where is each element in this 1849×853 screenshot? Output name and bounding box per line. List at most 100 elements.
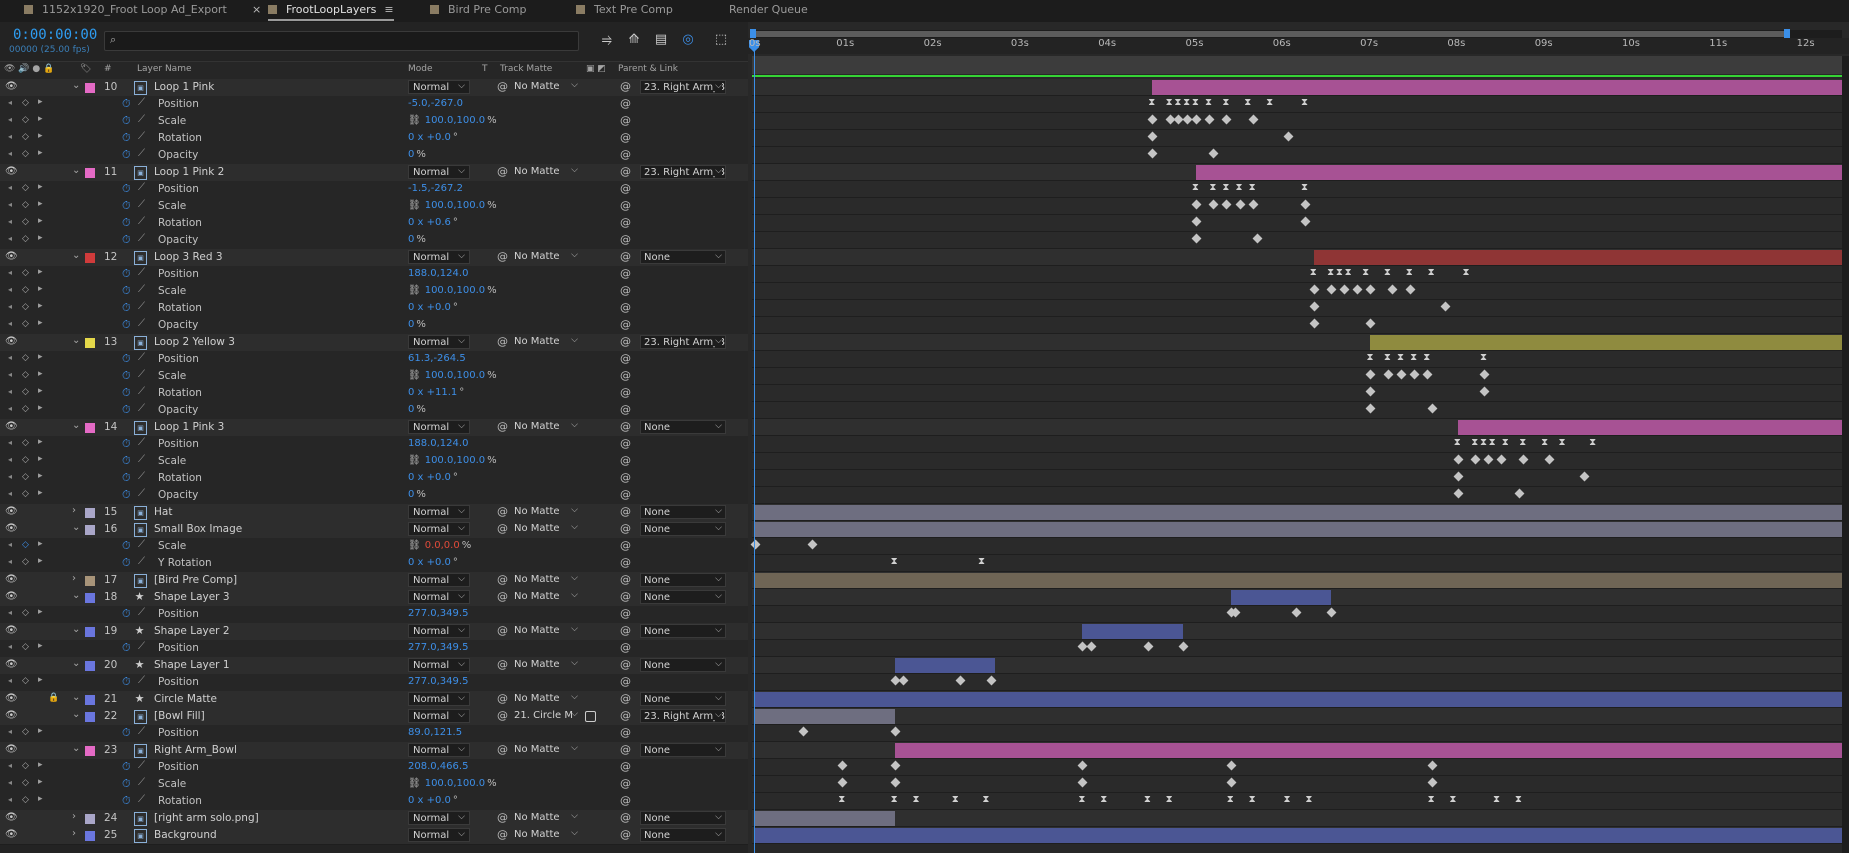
property-value-text[interactable]: 188.0,124.0 [408,268,468,279]
property-track[interactable] [752,725,1842,742]
keyframe-nav-prev-icon[interactable]: ◂ [8,727,12,736]
property-row[interactable]: ◂ ◇ ▸ ⏱ ⟋ Scale ⛓ 100.0,100.0% @ [0,283,748,301]
stopwatch-icon[interactable]: ⏱ [122,760,131,774]
property-track[interactable] [752,283,1842,300]
property-track[interactable] [752,640,1842,657]
preserve-transparency-icon[interactable]: @ [497,743,508,756]
keyframe[interactable] [1496,454,1507,465]
keyframe-nav-next-icon[interactable]: ▸ [38,318,43,328]
property-row[interactable]: ◂ ◇ ▸ ⏱ ⟋ Position 277.0,349.5 @ [0,606,748,624]
keyframe-nav-prev-icon[interactable]: ◂ [8,302,12,311]
constrain-proportions-icon[interactable]: ⛓ [408,455,421,466]
property-track[interactable] [752,215,1842,232]
mode-dropdown[interactable]: Normal [408,164,470,179]
keyframe[interactable] [1427,403,1438,414]
property-row[interactable]: ◂ ◇ ▸ ⏱ ⟋ Rotation 0 x +0.0 ° @ [0,793,748,811]
preserve-transparency-icon[interactable]: @ [497,709,508,722]
track-matte-dropdown[interactable]: No Matte [514,588,580,604]
property-track[interactable] [752,147,1842,164]
hold-keyframe[interactable]: ⧗ [1310,268,1318,278]
keyframe[interactable] [1077,760,1088,771]
track-matte-dropdown[interactable]: 21. Circle M [514,707,580,723]
keyframe-nav-prev-icon[interactable]: ◂ [8,404,12,413]
expression-pick-whip-icon[interactable]: @ [620,437,631,450]
keyframe[interactable] [1422,369,1433,380]
property-value-text[interactable]: 0 [408,149,414,160]
layer-name[interactable]: Loop 1 Pink 3 [154,421,224,433]
keyframe[interactable] [890,777,901,788]
layer-duration-bar[interactable] [1313,250,1847,265]
property-row[interactable]: ◂ ◇ ▸ ⏱ ⟋ Y Rotation 0 x +0.0 ° @ [0,555,748,573]
keyframe[interactable] [1221,199,1232,210]
property-row[interactable]: ◂ ◇ ▸ ⏱ ⟋ Scale ⛓ 100.0,100.0% @ [0,453,748,471]
track-matte-dropdown[interactable]: No Matte [514,520,580,536]
keyframe-nav-prev-icon[interactable]: ◂ [8,149,12,158]
keyframe-nav-next-icon[interactable]: ▸ [38,369,43,379]
label-color-swatch[interactable] [85,831,95,841]
preserve-transparency-icon[interactable]: @ [497,692,508,705]
layer-name[interactable]: Loop 3 Red 3 [154,251,223,263]
keyframe[interactable] [1147,148,1158,159]
property-value-text[interactable]: 100.0,100.0 [425,370,485,381]
add-keyframe-icon[interactable]: ◇ [22,438,29,448]
property-row[interactable]: ◂ ◇ ▸ ⏱ ⟋ Rotation 0 x +0.6 ° @ [0,215,748,233]
property-value[interactable]: 0 x +0.0 ° [408,557,458,568]
hold-keyframe[interactable]: ⧗ [1192,183,1200,193]
layer-name[interactable]: [Bowl Fill] [154,710,205,722]
parent-dropdown[interactable]: None [640,692,726,706]
layer-name[interactable]: Circle Matte [154,693,217,705]
property-row[interactable]: ◂ ◇ ▸ ⏱ ⟋ Scale ⛓ 100.0,100.0% @ [0,368,748,386]
property-row[interactable]: ◂ ◇ ▸ ⏱ ⟋ Position 277.0,349.5 @ [0,640,748,658]
keyframe-nav-next-icon[interactable]: ▸ [38,675,43,685]
layer-row[interactable]: 👁 ⌄ 16 ▣ Small Box Image Normal @ No Matte @ None [0,520,748,539]
keyframe-nav-next-icon[interactable]: ▸ [38,403,43,413]
motion-blur-icon[interactable]: ◎ [679,31,697,49]
keyframe-nav-next-icon[interactable]: ▸ [38,97,43,107]
mode-dropdown[interactable]: Normal [408,521,470,536]
add-keyframe-icon[interactable]: ◇ [22,727,29,737]
layer-track[interactable] [752,419,1847,436]
property-value[interactable]: 277.0,349.5 [408,642,468,653]
add-keyframe-icon[interactable]: ◇ [22,472,29,482]
expression-pick-whip-icon[interactable]: @ [620,369,631,382]
add-keyframe-icon[interactable]: ◇ [22,319,29,329]
hold-keyframe[interactable]: ⧗ [1336,268,1344,278]
add-keyframe-icon[interactable]: ◇ [22,132,29,142]
property-row[interactable]: ◂ ◇ ▸ ⏱ ⟋ Scale ⛓ 100.0,100.0% @ [0,113,748,131]
expand-chevron-icon[interactable]: › [72,811,76,822]
track-matte-dropdown[interactable]: No Matte [514,503,580,519]
parent-pick-whip-icon[interactable]: @ [620,420,631,433]
preserve-transparency-icon[interactable]: @ [497,335,508,348]
keyframe-nav-prev-icon[interactable]: ◂ [8,370,12,379]
property-row[interactable]: ◂ ◇ ▸ ⏱ ⟋ Opacity 0% @ [0,317,748,335]
tab-menu-icon[interactable]: ≡ [384,3,393,16]
hold-keyframe[interactable]: ⧗ [1397,353,1405,363]
expression-pick-whip-icon[interactable]: @ [620,454,631,467]
layer-duration-bar[interactable] [755,692,1847,707]
eye-icon[interactable]: 👁 [5,81,18,92]
layer-row[interactable]: 👁 › 24 ▣ [right arm solo.png] Normal @ No Matte… [0,809,748,828]
keyframe-nav-prev-icon[interactable]: ◂ [8,608,12,617]
parent-pick-whip-icon[interactable]: @ [620,709,631,722]
hold-keyframe[interactable]: ⧗ [978,557,986,567]
add-keyframe-icon[interactable]: ◇ [22,115,29,125]
layer-track[interactable] [752,521,1847,538]
keyframe[interactable] [1366,318,1376,329]
property-value-text[interactable]: 0 [408,489,414,500]
keyframe-nav-prev-icon[interactable]: ◂ [8,217,12,226]
preserve-transparency-icon[interactable]: @ [497,590,508,603]
layer-name[interactable]: Small Box Image [154,523,242,535]
parent-dropdown[interactable]: 23. Right Arm_Bowl [640,335,726,349]
keyframe-nav-prev-icon[interactable]: ◂ [8,676,12,685]
keyframe-nav-prev-icon[interactable]: ◂ [8,472,12,481]
parent-dropdown[interactable]: None [640,420,726,434]
tab-1[interactable]: × FrootLoopLayers ≡ [252,0,394,22]
property-value[interactable]: 0 x +0.6 ° [408,217,458,228]
hold-keyframe[interactable]: ⧗ [1100,795,1108,805]
keyframe-nav-prev-icon[interactable]: ◂ [8,778,12,787]
expression-pick-whip-icon[interactable]: @ [620,182,631,195]
keyframe-nav-next-icon[interactable]: ▸ [38,386,43,396]
property-track[interactable] [752,368,1842,385]
keyframe-nav-next-icon[interactable]: ▸ [38,301,43,311]
property-track[interactable] [752,776,1842,793]
